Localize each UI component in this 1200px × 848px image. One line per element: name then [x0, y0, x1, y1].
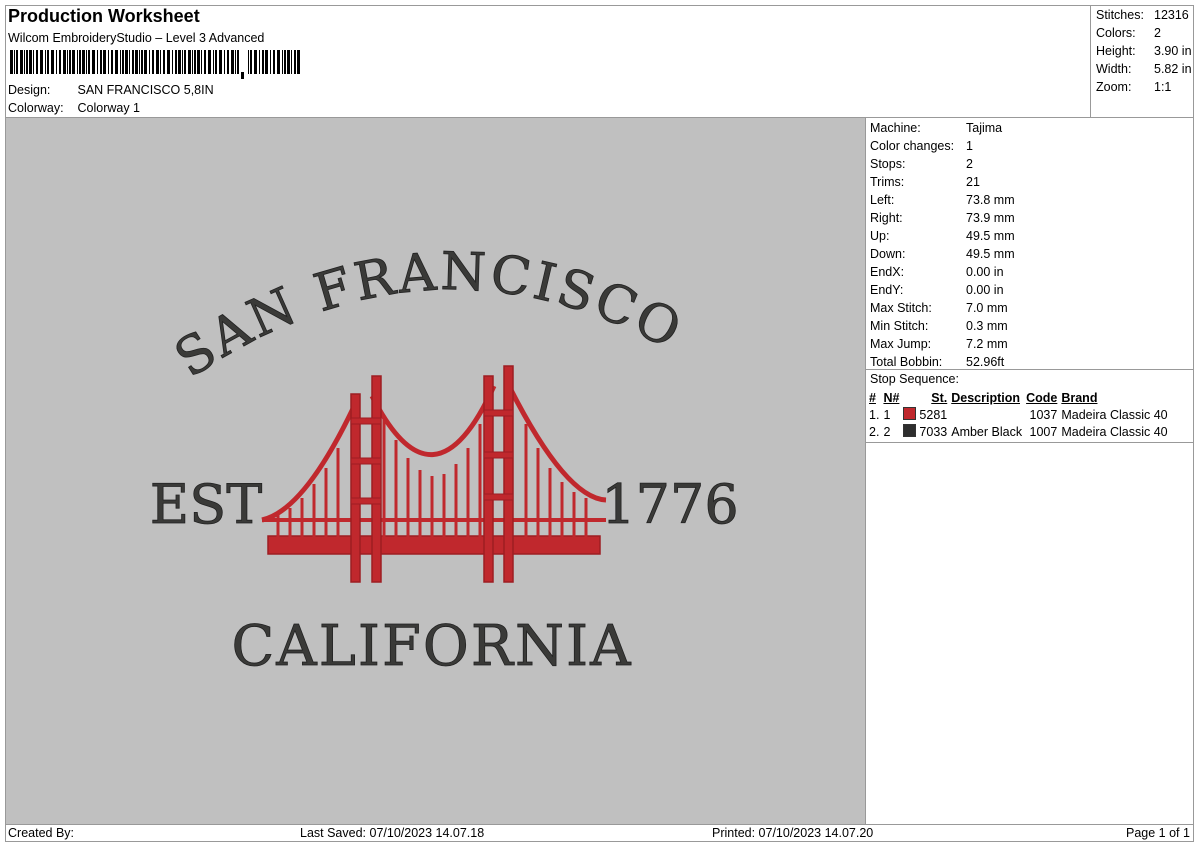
- summary-row: Colors: 2: [1096, 26, 1161, 40]
- page-title: Production Worksheet: [8, 6, 200, 26]
- design-bottom-text: CALIFORNIA: [231, 614, 632, 679]
- footer-divider: [5, 824, 1194, 825]
- color-swatch: [903, 424, 917, 437]
- design-label: Design:: [8, 83, 51, 97]
- summary-panel: Stitches: 12316 Colors: 2 Height: 3.90 in W…: [1096, 6, 1192, 96]
- bridge-cable-right: [507, 386, 607, 503]
- design-row: Design: SAN FRANCISCO 5,8IN: [8, 83, 214, 97]
- printed-date: Printed: 07/10/2023 14.07.20: [712, 826, 874, 840]
- colorway-label: Colorway:: [8, 101, 64, 115]
- stop-sequence-table: # N# St. Description Code Brand 1. 1 528…: [867, 389, 1170, 440]
- machine-row: Trims: 21: [870, 175, 980, 189]
- bridge-cable-center: [369, 384, 497, 457]
- bridge-deck: [267, 535, 601, 555]
- design-year-text: 1776: [601, 473, 738, 536]
- design-top-arc-text: SAN FRANCISCO: [165, 242, 693, 390]
- machine-row: Min Stitch: 0.3 mm: [870, 319, 1008, 333]
- header-stitches: St.: [931, 390, 948, 405]
- machine-row: Down: 49.5 mm: [870, 247, 1015, 261]
- table-row: 1. 1 5281 1037 Madeira Classic 40: [869, 407, 1168, 422]
- last-saved: Last Saved: 07/10/2023 14.07.18: [300, 826, 485, 840]
- created-by: Created By:: [8, 826, 75, 840]
- colorway-value: Colorway 1: [77, 101, 141, 115]
- canvas-divider: [865, 117, 866, 825]
- machine-row: Max Stitch: 7.0 mm: [870, 301, 1008, 315]
- stops-divider: [866, 442, 1194, 443]
- machine-row: Up: 49.5 mm: [870, 229, 1015, 243]
- page-number: Page 1 of 1: [1126, 826, 1190, 840]
- machine-row: Color changes: 1: [870, 139, 973, 153]
- color-swatch: [903, 407, 917, 420]
- machine-row: Stops: 2: [870, 157, 973, 171]
- machine-row: Left: 73.8 mm: [870, 193, 1015, 207]
- summary-row: Stitches: 12316: [1096, 8, 1189, 22]
- machine-info-panel: Machine: Tajima Color changes: 1 Stops: 2 T…: [870, 119, 1015, 371]
- header-brand: Brand: [1061, 390, 1098, 405]
- machine-row: Right: 73.9 mm: [870, 211, 1015, 225]
- summary-row: Width: 5.82 in: [1096, 62, 1192, 76]
- machine-row: Max Jump: 7.2 mm: [870, 337, 1008, 351]
- summary-divider: [1090, 5, 1091, 117]
- summary-row: Zoom: 1:1: [1096, 80, 1172, 94]
- software-name: Wilcom EmbroideryStudio – Level 3 Advanc…: [8, 31, 265, 45]
- golden-gate-bridge-graphic: [261, 365, 607, 583]
- header-n: N#: [883, 390, 900, 405]
- header-description: Description: [951, 390, 1020, 405]
- barcode-image: [10, 50, 300, 79]
- bridge-cable-left: [261, 396, 361, 523]
- table-row: 2. 2 7033 Amber Black 1007 Madeira Class…: [869, 424, 1168, 439]
- embroidery-design-preview: SAN FRANCISCO EST 1776 CALIFORNIA: [149, 242, 739, 680]
- stop-table-header: # N# St. Description Code Brand: [867, 389, 1170, 406]
- machine-row: EndY: 0.00 in: [870, 283, 1004, 297]
- design-est-text: EST: [150, 473, 262, 536]
- design-value: SAN FRANCISCO 5,8IN: [77, 83, 214, 97]
- header-num: #: [869, 390, 876, 405]
- machine-row: Machine: Tajima: [870, 121, 1003, 135]
- machine-divider: [866, 369, 1194, 370]
- design-canvas: SAN FRANCISCO EST 1776 CALIFORNIA: [6, 118, 865, 824]
- header-code: Code: [1026, 390, 1058, 405]
- summary-row: Height: 3.90 in: [1096, 44, 1192, 58]
- colorway-row: Colorway: Colorway 1: [8, 101, 140, 115]
- stop-sequence-title: Stop Sequence:: [870, 372, 959, 386]
- machine-row: EndX: 0.00 in: [870, 265, 1004, 279]
